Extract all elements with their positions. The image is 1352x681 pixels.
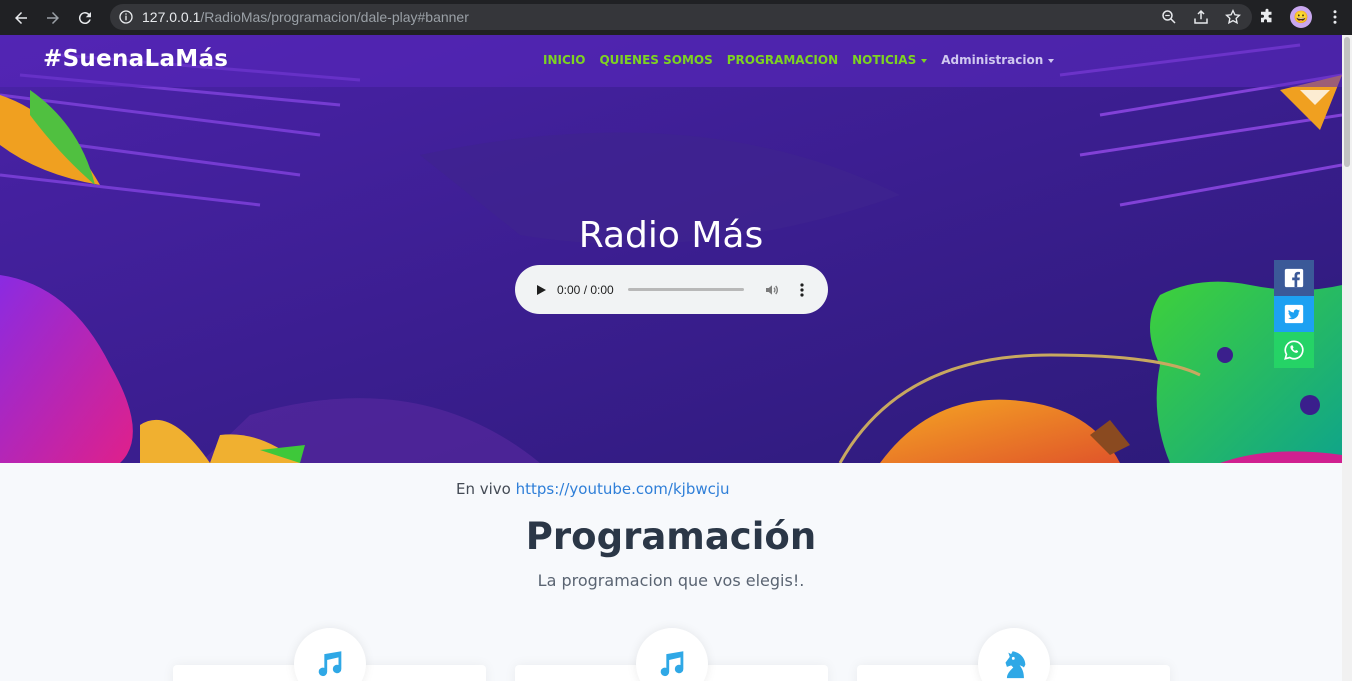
- nav-item-administracion-dropdown[interactable]: Administracion: [941, 53, 1055, 67]
- hero-title: Radio Más: [578, 215, 764, 256]
- music-note-icon: [660, 651, 684, 677]
- kebab-menu-icon[interactable]: [1326, 8, 1344, 26]
- share-twitter-button[interactable]: [1274, 296, 1314, 332]
- caret-down-icon: [1048, 58, 1055, 63]
- reload-icon: [78, 11, 91, 24]
- scrollbar-thumb[interactable]: [1344, 37, 1350, 167]
- section-title: Programación: [525, 515, 817, 558]
- info-icon[interactable]: [118, 9, 134, 25]
- back-button[interactable]: [10, 7, 32, 29]
- horse-chess-icon: [1005, 651, 1026, 679]
- nav-item-administracion-label: Administracion: [941, 53, 1044, 67]
- extensions-icon[interactable]: [1258, 8, 1276, 26]
- live-label: En vivo: [456, 480, 511, 498]
- volume-icon[interactable]: [764, 282, 780, 298]
- section-subtitle: La programacion que vos elegis!.: [537, 571, 805, 590]
- main-menu: INICIO QUIENES SOMOS PROGRAMACION NOTICI…: [543, 53, 1068, 67]
- nav-item-inicio[interactable]: INICIO: [543, 53, 585, 67]
- page-scrollbar[interactable]: [1342, 35, 1352, 681]
- nav-item-quienes-somos[interactable]: QUIENES SOMOS: [599, 53, 712, 67]
- zoom-icon[interactable]: [1160, 8, 1178, 26]
- facebook-icon: [1284, 268, 1304, 288]
- url-host: 127.0.0.1: [142, 9, 201, 25]
- nav-item-programacion[interactable]: PROGRAMACION: [727, 53, 838, 67]
- url-text: 127.0.0.1/RadioMas/programacion/dale-pla…: [142, 9, 469, 25]
- share-page-icon[interactable]: [1192, 8, 1210, 26]
- program-card-icon: [636, 628, 708, 681]
- twitter-icon: [1284, 304, 1304, 324]
- arrow-right-icon: [47, 11, 59, 24]
- share-facebook-button[interactable]: [1274, 260, 1314, 296]
- whatsapp-icon: [1284, 340, 1304, 360]
- url-path: /RadioMas/programacion/dale-play#banner: [200, 9, 469, 25]
- play-icon[interactable]: [535, 284, 547, 296]
- program-card-icon: [294, 628, 366, 681]
- arrow-left-icon: [15, 11, 27, 24]
- address-bar[interactable]: 127.0.0.1/RadioMas/programacion/dale-pla…: [110, 4, 1252, 30]
- web-page: #SuenaLaMás INICIO QUIENES SOMOS PROGRAM…: [0, 35, 1342, 681]
- forward-button[interactable]: [42, 7, 64, 29]
- site-brand[interactable]: #SuenaLaMás: [43, 46, 228, 72]
- program-card-icon: [978, 628, 1050, 681]
- music-note-icon: [318, 651, 342, 677]
- browser-toolbar: 127.0.0.1/RadioMas/programacion/dale-pla…: [0, 0, 1352, 35]
- reload-button[interactable]: [74, 7, 96, 29]
- audio-player[interactable]: 0:00 / 0:00: [515, 265, 828, 314]
- audio-time: 0:00 / 0:00: [557, 282, 614, 297]
- nav-item-noticias-dropdown[interactable]: NOTICIAS: [852, 53, 928, 67]
- nav-item-noticias-label: NOTICIAS: [852, 53, 917, 67]
- live-stream-line: En vivo https://youtube.com/kjbwcju: [456, 480, 730, 498]
- site-navbar: #SuenaLaMás INICIO QUIENES SOMOS PROGRAM…: [0, 35, 1342, 87]
- more-options-icon[interactable]: [800, 282, 804, 297]
- profile-avatar[interactable]: 😀: [1290, 6, 1312, 28]
- star-icon[interactable]: [1224, 8, 1242, 26]
- caret-down-icon: [921, 58, 928, 63]
- hero-banner: #SuenaLaMás INICIO QUIENES SOMOS PROGRAM…: [0, 35, 1342, 463]
- live-stream-link[interactable]: https://youtube.com/kjbwcju: [516, 480, 730, 498]
- audio-progress-bar[interactable]: [627, 288, 744, 291]
- share-whatsapp-button[interactable]: [1274, 332, 1314, 368]
